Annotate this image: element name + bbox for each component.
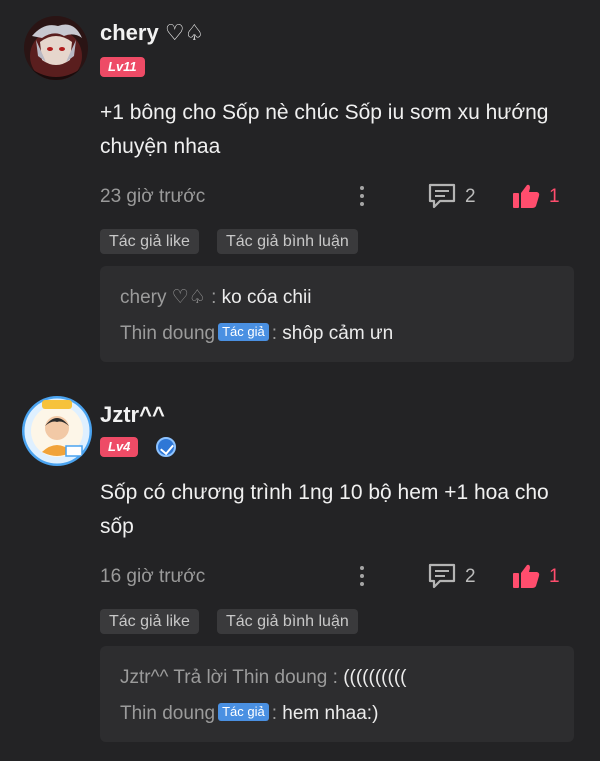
avatar[interactable]	[22, 396, 92, 466]
author-badge: Tác giả	[218, 703, 269, 721]
timestamp: 16 giờ trước	[100, 566, 206, 587]
reply-icon[interactable]	[428, 563, 456, 589]
avatar[interactable]	[24, 16, 88, 80]
reply-text: ((((((((((	[343, 667, 407, 688]
username[interactable]: chery ♡♤	[100, 20, 204, 46]
level-badge: Lv4	[100, 437, 139, 457]
reply-icon[interactable]	[428, 183, 456, 209]
reply-item: chery ♡♤ : ko cóa chii	[120, 287, 312, 308]
reply-author[interactable]: chery ♡♤	[120, 287, 206, 308]
reply-item: Thin doung Tác giả: hem nhaa:)	[120, 703, 379, 724]
reply-count: 2	[465, 186, 476, 207]
username[interactable]: Jztr^^	[100, 402, 165, 428]
reply-item: Thin doung Tác giả: shôp cảm ưn	[120, 323, 394, 344]
timestamp: 23 giờ trước	[100, 186, 206, 207]
reply-count: 2	[465, 566, 476, 587]
author-like-tag: Tác giả like	[100, 229, 199, 254]
thumbs-up-icon[interactable]	[512, 563, 540, 589]
like-count: 1	[549, 186, 560, 207]
reply-author[interactable]: Thin doung	[120, 703, 215, 724]
more-vertical-icon[interactable]	[358, 184, 366, 208]
reply-item: Jztr^^ Trả lời Thin doung : ((((((((((	[120, 667, 407, 688]
replies-box[interactable]: chery ♡♤ : ko cóa chii Thin doung Tác giả…	[100, 266, 574, 362]
reply-text: shôp cảm ưn	[282, 323, 394, 344]
verified-icon	[156, 437, 176, 457]
author-comment-tag: Tác giả bình luận	[217, 609, 358, 634]
reply-text: ko cóa chii	[221, 287, 312, 308]
more-vertical-icon[interactable]	[358, 564, 366, 588]
reply-text: hem nhaa:)	[282, 703, 379, 724]
comment-text: +1 bông cho Sốp nè chúc Sốp iu sơm xu hư…	[100, 101, 549, 158]
replies-box[interactable]: Jztr^^ Trả lời Thin doung : (((((((((( T…	[100, 646, 574, 742]
comment-text: Sốp có chương trình 1ng 10 bộ hem +1 hoa…	[100, 481, 549, 538]
thumbs-up-icon[interactable]	[512, 183, 540, 209]
level-badge: Lv11	[100, 57, 145, 77]
reply-author[interactable]: Jztr^^ Trả lời Thin doung	[120, 667, 327, 688]
reply-author[interactable]: Thin doung	[120, 323, 215, 344]
author-comment-tag: Tác giả bình luận	[217, 229, 358, 254]
like-count: 1	[549, 566, 560, 587]
author-like-tag: Tác giả like	[100, 609, 199, 634]
author-badge: Tác giả	[218, 323, 269, 341]
